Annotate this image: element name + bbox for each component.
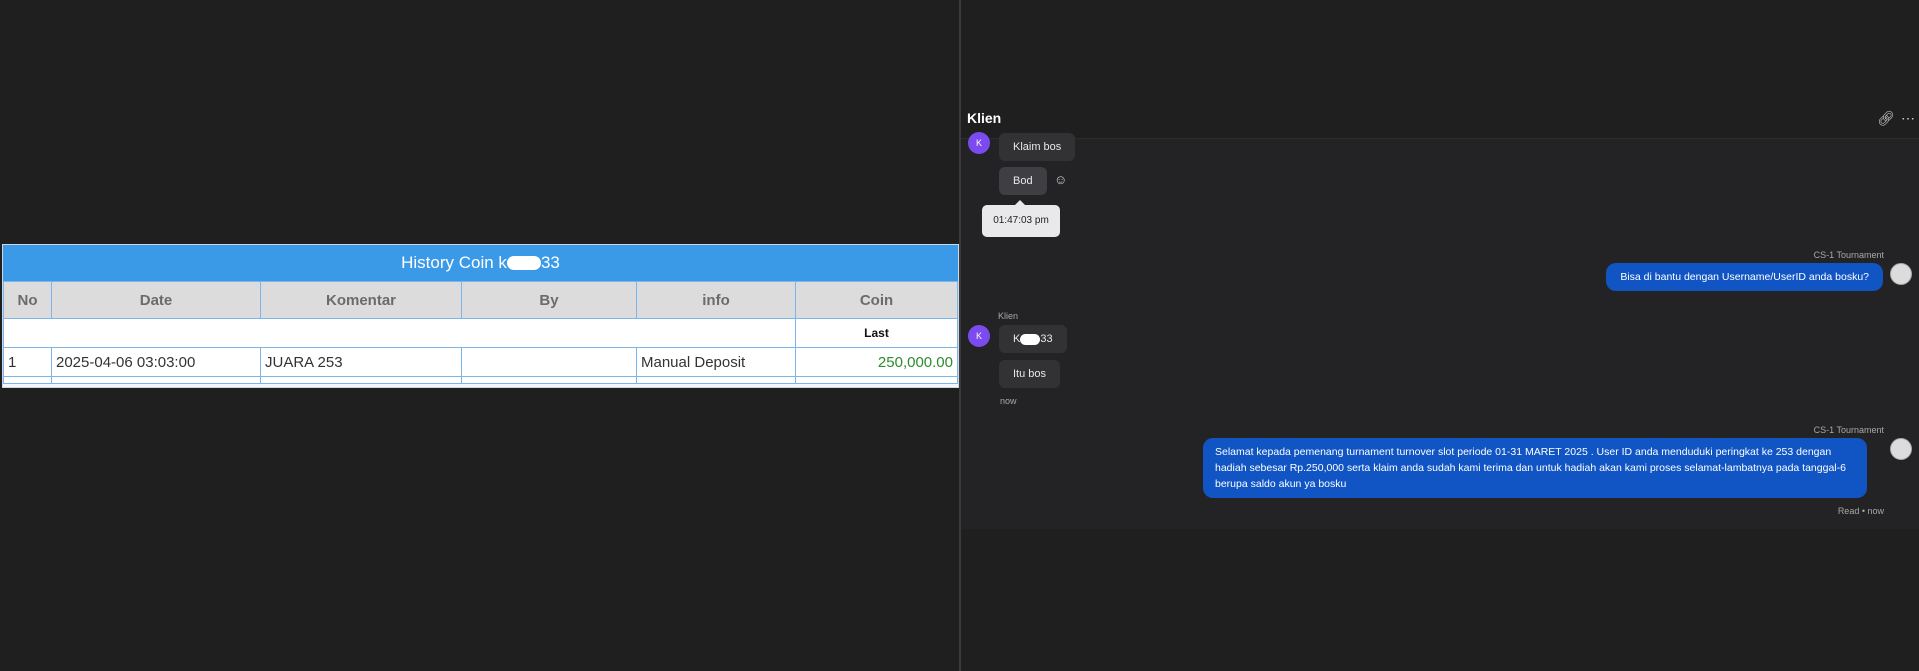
link-icon[interactable]: 🔗︎ [1877,110,1895,127]
agent-avatar [1890,263,1912,285]
cell-date: 2025-04-06 03:03:00 [51,347,261,377]
table-row[interactable]: 1 2025-04-06 03:03:00 JUARA 253 Manual D… [3,347,958,377]
history-title: History Coin k 33 [3,245,958,281]
redaction-mark [1020,333,1041,345]
sender-name: CS-1 Tournament [1813,425,1884,435]
add-reaction-icon[interactable]: ☺︎ [1054,172,1067,187]
username-prefix: K [1013,333,1021,345]
sender-name: CS-1 Tournament [1813,250,1884,260]
cell-coin: 250,000.00 [795,347,958,377]
message-bubble-agent-1[interactable]: Bisa di bantu dengan Username/UserID and… [1606,263,1883,291]
message-bubble-bod[interactable]: Bod [999,167,1047,195]
cell-komentar: JUARA 253 [260,347,462,377]
sender-name: Klien [998,311,1019,321]
last-row: Last [3,318,958,348]
col-header-komentar[interactable]: Komentar [260,281,462,319]
last-row-blank [3,318,796,348]
col-header-info[interactable]: info [636,281,796,319]
message-bubble-agent-2[interactable]: Selamat kepada pemenang turnament turnov… [1203,438,1867,498]
cell-no: 1 [3,347,52,377]
last-label: Last [795,318,958,348]
message-time: now [1000,396,1017,406]
table-row-partial [3,376,958,384]
message-list[interactable]: K Klaim bos Bod ☺︎ 01:47:03 pm CS-1 Tour… [961,132,1919,529]
message-bubble-klaim[interactable]: Klaim bos [999,133,1076,161]
chat-title: Klien [967,110,1002,126]
cell-info: Manual Deposit [636,347,796,377]
history-title-prefix: History Coin k [401,253,507,272]
message-bubble-username[interactable]: K 33 [999,325,1067,353]
chat-pane: Klien 🔗︎ ⋯ K Klaim bos Bod ☺︎ 01:47:03 p… [961,0,1919,671]
chat-header: Klien 🔗︎ ⋯ [961,98,1919,139]
username-suffix: 33 [1040,333,1053,345]
message-bubble-itu-bos[interactable]: Itu bos [999,360,1061,388]
timestamp-tooltip: 01:47:03 pm [982,200,1060,237]
more-icon[interactable]: ⋯ [1901,110,1915,127]
history-title-suffix: 33 [540,253,560,272]
table-header-row: No Date Komentar By info Coin [3,281,958,319]
agent-avatar [1890,438,1912,460]
avatar: K [968,325,990,347]
col-header-coin[interactable]: Coin [795,281,958,319]
col-header-by[interactable]: By [461,281,637,319]
read-status: Read • now [1837,506,1884,516]
left-pane: History Coin k 33 No Date Komentar By inf… [0,0,959,671]
history-table: No Date Komentar By info Coin Last 1 202… [3,281,958,384]
history-coin-panel: History Coin k 33 No Date Komentar By inf… [2,244,959,388]
col-header-no[interactable]: No [3,281,52,319]
cell-by [461,347,637,377]
col-header-date[interactable]: Date [51,281,261,319]
redaction-mark [506,255,541,270]
avatar: K [968,132,990,154]
